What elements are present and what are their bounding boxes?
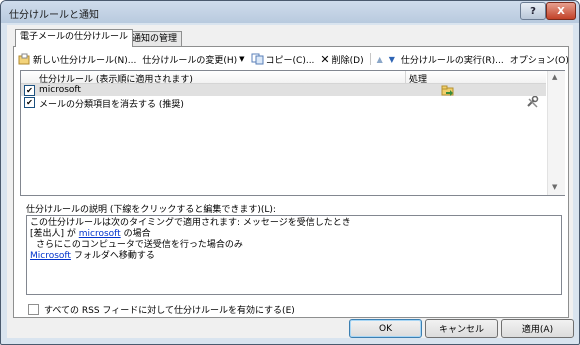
description-line-action: Microsoft フォルダへ移動する bbox=[30, 251, 558, 262]
rss-rules-option[interactable]: すべての RSS フィードに対して仕分けルールを有効にする(E) bbox=[28, 303, 295, 316]
tab-manage-alerts[interactable]: 通知の管理 bbox=[127, 31, 183, 47]
dialog-client-area: 電子メールの仕分けルール 通知の管理 新しい仕分けルール(N)... 仕分けルー… bbox=[7, 25, 574, 338]
arrow-up-icon: ▲ bbox=[376, 54, 383, 64]
rule-description-label: 仕分けルールの説明 (下線をクリックすると編集できます)(L): bbox=[26, 205, 276, 215]
move-down-button[interactable]: ▼ bbox=[389, 55, 395, 64]
delete-rule-button[interactable]: ✕ 削除(D) bbox=[320, 53, 363, 66]
new-rule-icon bbox=[18, 53, 30, 65]
rule-name: microsoft bbox=[39, 85, 81, 95]
copy-icon bbox=[251, 53, 264, 65]
condition-suffix: の場合 bbox=[120, 229, 151, 239]
run-rules-button[interactable]: 仕分けルールの実行(R)... bbox=[401, 53, 504, 66]
delete-rule-label: 削除(D) bbox=[331, 55, 364, 66]
scroll-down-icon[interactable]: ▼ bbox=[552, 183, 557, 191]
rules-list-header: 仕分けルール (表示順に適用されます) 処理 bbox=[21, 71, 546, 85]
apply-button[interactable]: 適用(A) bbox=[501, 319, 574, 338]
copy-rule-label: コピー(C)... bbox=[265, 55, 315, 66]
close-button[interactable]: X bbox=[546, 2, 576, 20]
new-rule-label: 新しい仕分けルール(N)... bbox=[33, 55, 137, 66]
copy-rule-button[interactable]: コピー(C)... bbox=[251, 53, 315, 66]
rule-enabled-checkbox[interactable]: ✔ bbox=[24, 97, 35, 108]
rule-name: メールの分類項目を消去する (推奨) bbox=[39, 100, 184, 110]
description-line-condition: [差出人] が microsoft の場合 bbox=[30, 229, 558, 240]
description-line-extra-condition: さらにこのコンピュータで送受信を行った場合のみ bbox=[36, 240, 243, 250]
list-item[interactable]: ✔ メールの分類項目を消去する (推奨) bbox=[21, 96, 546, 110]
folder-move-icon bbox=[441, 85, 454, 96]
sender-link[interactable]: microsoft bbox=[79, 229, 121, 239]
column-divider[interactable] bbox=[405, 71, 406, 83]
rule-description-box: この仕分けルールは次のタイミングで適用されます: メッセージを受信したとき [差… bbox=[26, 215, 562, 295]
delete-icon: ✕ bbox=[320, 52, 330, 66]
move-up-button[interactable]: ▲ bbox=[377, 55, 383, 64]
rss-rules-checkbox[interactable] bbox=[28, 304, 39, 315]
change-rule-button[interactable]: 仕分けルールの変更(H) ▼ bbox=[142, 53, 244, 66]
chevron-down-icon: ▼ bbox=[239, 55, 245, 63]
email-rules-panel: 新しい仕分けルール(N)... 仕分けルールの変更(H) ▼ コピー(C)...… bbox=[13, 46, 569, 318]
help-button[interactable]: ? bbox=[520, 2, 546, 20]
action-suffix: フォルダへ移動する bbox=[70, 251, 155, 261]
rules-and-alerts-dialog: 仕分けルールと通知 ? X 電子メールの仕分けルール 通知の管理 新しい仕分けル… bbox=[0, 0, 580, 345]
rss-rules-label: すべての RSS フィードに対して仕分けルールを有効にする(E) bbox=[44, 306, 295, 316]
list-item[interactable]: ✔ microsoft bbox=[21, 84, 546, 96]
rules-list[interactable]: 仕分けルール (表示順に適用されます) 処理 ✔ microsoft ✔ メール… bbox=[20, 70, 565, 196]
options-button[interactable]: オプション(O) bbox=[510, 53, 569, 66]
scroll-up-icon[interactable]: ▲ bbox=[552, 73, 557, 81]
condition-prefix: [差出人] が bbox=[30, 229, 79, 239]
tools-icon bbox=[527, 96, 539, 108]
new-rule-button[interactable]: 新しい仕分けルール(N)... bbox=[18, 53, 136, 66]
description-line-trigger: この仕分けルールは次のタイミングで適用されます: メッセージを受信したとき bbox=[30, 218, 351, 228]
rules-list-scrollbar[interactable]: ▲ ▼ bbox=[547, 71, 565, 195]
change-rule-label: 仕分けルールの変更(H) bbox=[142, 55, 238, 66]
tab-email-rules[interactable]: 電子メールの仕分けルール bbox=[15, 29, 134, 47]
arrow-down-icon: ▼ bbox=[388, 54, 395, 64]
rule-enabled-checkbox[interactable]: ✔ bbox=[24, 85, 35, 96]
options-label: オプション(O) bbox=[509, 55, 569, 66]
title-bar[interactable]: 仕分けルールと通知 ? X bbox=[1, 1, 579, 23]
run-rules-label: 仕分けルールの実行(R)... bbox=[400, 55, 504, 66]
rules-toolbar: 新しい仕分けルール(N)... 仕分けルールの変更(H) ▼ コピー(C)...… bbox=[18, 51, 575, 67]
toolbar-separator bbox=[369, 53, 371, 65]
window-title: 仕分けルールと通知 bbox=[9, 10, 99, 21]
cancel-button[interactable]: キャンセル bbox=[425, 319, 498, 338]
folder-link[interactable]: Microsoft bbox=[30, 251, 71, 261]
ok-button[interactable]: OK bbox=[349, 319, 422, 338]
